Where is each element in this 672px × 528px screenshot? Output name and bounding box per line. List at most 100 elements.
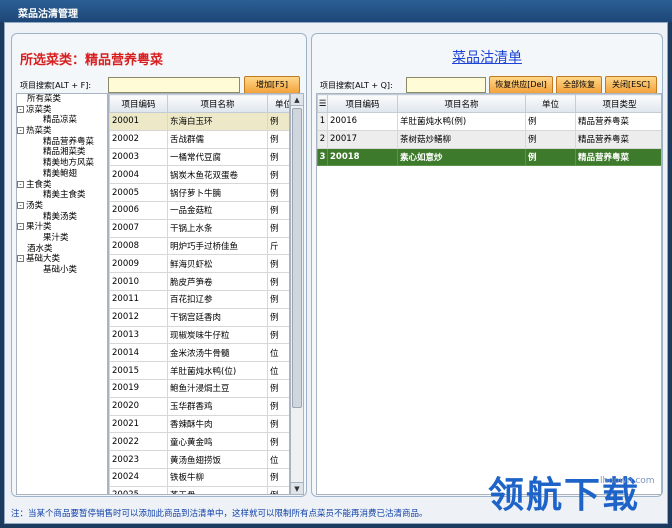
table-row[interactable]: 2 20017 茶树菇炒鳝柳例精品营养粤菜 [317,129,661,149]
right-search-input[interactable] [406,77,486,93]
table-cell: 20007 [109,218,168,238]
table-row[interactable]: 20008 明炉巧手过桥佳鱼斤 [109,236,289,256]
table-row[interactable]: 20001 东海白玉环例 [109,112,289,131]
table-row[interactable]: 20002 舌战群儒例 [109,129,289,149]
tree-collapse-icon[interactable]: - [17,223,24,231]
tree-item[interactable]: - 汤类 [17,201,107,212]
watermark-url: lhdown.com [600,476,655,486]
table-cell: 20017 [327,129,398,149]
left-search-input[interactable] [108,77,240,93]
table-cell: 20010 [109,272,168,291]
table-row[interactable]: 20023 黄汤鱼翅捞饭位 [109,450,289,469]
row-number: 1 [317,112,328,131]
table-cell: 例 [267,325,289,345]
table-cell: 精品营养粤菜 [575,147,661,167]
table-cell: 20025 [109,485,168,494]
tree-item[interactable]: 精美汤类 [17,212,107,223]
table-cell: 舌战群儒 [167,129,268,149]
scroll-up-icon[interactable]: ▲ [291,94,303,106]
column-header[interactable]: 单位 [525,94,576,113]
add-button[interactable]: 增加[F5] [244,76,300,94]
table-row[interactable]: 20007 干锅上水条例 [109,218,289,238]
restore-supply-button[interactable]: 恢复供应[Del] [489,76,553,94]
table-row[interactable]: 20009 鲜海贝虾松例 [109,254,289,274]
tree-collapse-icon[interactable]: - [17,180,24,188]
column-header[interactable]: 项目编码 [109,94,168,113]
tree-collapse-icon[interactable]: - [17,255,24,263]
tree-item[interactable]: 精品凉菜 [17,115,107,126]
column-header[interactable]: 单位 [267,94,289,113]
table-row[interactable]: 20020 玉华群香鸡例 [109,396,289,416]
table-cell: 斤 [267,236,289,256]
table-row[interactable]: 3 20018 素心如意炒例精品营养粤菜 [317,147,661,167]
tree-item[interactable]: 所有菜类 [17,94,107,105]
table-cell: 素心如意炒 [397,147,526,167]
table-cell: 20005 [109,183,168,202]
table-cell: 精品营养粤菜 [575,112,661,131]
table-row[interactable]: 20004 锅炭木鱼花双蛋卷例 [109,165,289,185]
table-cell: 20002 [109,129,168,149]
table-row[interactable]: 20013 现椒炭味牛仔粒例 [109,325,289,345]
table-cell: 例 [267,378,289,398]
soldout-list-panel: 菜品沽清单 项目搜索[ALT + Q]: 恢复供应[Del] 全部恢复 关闭[E… [311,33,663,497]
table-cell: 例 [525,112,576,131]
table-row[interactable]: 20021 香辣酥牛肉例 [109,414,289,434]
tree-item[interactable]: 精美地方风菜 [17,158,107,169]
column-header[interactable]: 项目类型 [575,94,661,113]
column-header[interactable]: 项目名称 [167,94,268,113]
tree-item[interactable]: 精美主食类 [17,190,107,201]
scroll-down-icon[interactable]: ▼ [291,482,303,494]
tree-item[interactable]: - 凉菜类 [17,105,107,116]
table-row[interactable]: 20025茶王骨例 [109,485,289,494]
tree-item[interactable]: 精美鲍翅 [17,169,107,180]
tree-item[interactable]: - 果汁类 [17,222,107,233]
tree-item[interactable]: - 主食类 [17,180,107,191]
table-row[interactable]: 20006 一品金菇粒例 [109,200,289,220]
table-row[interactable]: 20011 百花扣辽参例 [109,289,289,309]
tree-item[interactable]: 果汁类 [17,233,107,244]
table-row[interactable]: 20005 锅仔萝卜牛腩例 [109,183,289,202]
table-row[interactable]: 20022 童心黄金鸣例 [109,432,289,452]
table-cell: 例 [267,129,289,149]
table-cell: 一桶常代豆腐 [167,147,268,167]
table-row[interactable]: 20024 铁板牛柳例 [109,467,289,487]
tree-item-label: 热菜类 [26,126,52,137]
tree-item[interactable]: - 热菜类 [17,126,107,137]
table-cell: 20011 [109,289,168,309]
close-button[interactable]: 关闭[ESC] [605,76,657,94]
tree-collapse-icon[interactable]: - [17,201,24,209]
restore-all-button[interactable]: 全部恢复 [556,76,602,94]
table-cell: 20019 [109,378,168,398]
tree-item[interactable]: 精品湘菜类 [17,147,107,158]
table-cell: 例 [267,289,289,309]
column-header[interactable]: 项目编码 [327,94,398,113]
table-row[interactable]: 20015 羊肚菌炖水鸭(位) 位 [109,361,289,380]
scroll-thumb[interactable] [292,108,302,408]
table-cell: 例 [267,414,289,434]
tree-item[interactable]: 精品营养粤菜 [17,137,107,148]
table-row[interactable]: 20012 干锅宫廷香肉例 [109,307,289,327]
table-cell: 羊肚菌炖水鸭(位) [167,361,268,380]
table-cell: 20001 [109,112,168,131]
table-cell: 20018 [327,147,398,167]
table-row[interactable]: 20010 脆皮芦笋卷例 [109,272,289,291]
tree-item-label: 精品营养粤菜 [43,136,95,147]
tree-item-label: 酒水类 [27,243,53,254]
tree-item[interactable]: 基础小类 [17,265,107,276]
tree-item[interactable]: 酒水类 [17,244,107,255]
column-header[interactable]: 项目名称 [397,94,526,113]
window-title: 菜品沽清管理 [0,0,672,22]
tree-item-label: 精美主食类 [43,190,86,201]
tree-item-label: 果汁类 [43,232,69,243]
tree-collapse-icon[interactable]: - [17,127,24,135]
table-row[interactable]: 1 20016 羊肚菌炖水鸭(例) 例精品营养粤菜 [317,112,661,131]
table-cell: 20014 [109,343,168,363]
table-row[interactable]: 20014 金米浓汤牛骨髓位 [109,343,289,363]
table-cell: 锅仔萝卜牛腩 [167,183,268,202]
tree-item[interactable]: - 基础大类 [17,254,107,265]
table-cell: 20016 [327,112,398,131]
tree-collapse-icon[interactable]: - [17,105,24,113]
table-row[interactable]: 20003 一桶常代豆腐例 [109,147,289,167]
table-row[interactable]: 20019 鲍鱼汁浸焗土豆例 [109,378,289,398]
dish-table-scrollbar[interactable]: ▲ ▼ [290,93,304,495]
